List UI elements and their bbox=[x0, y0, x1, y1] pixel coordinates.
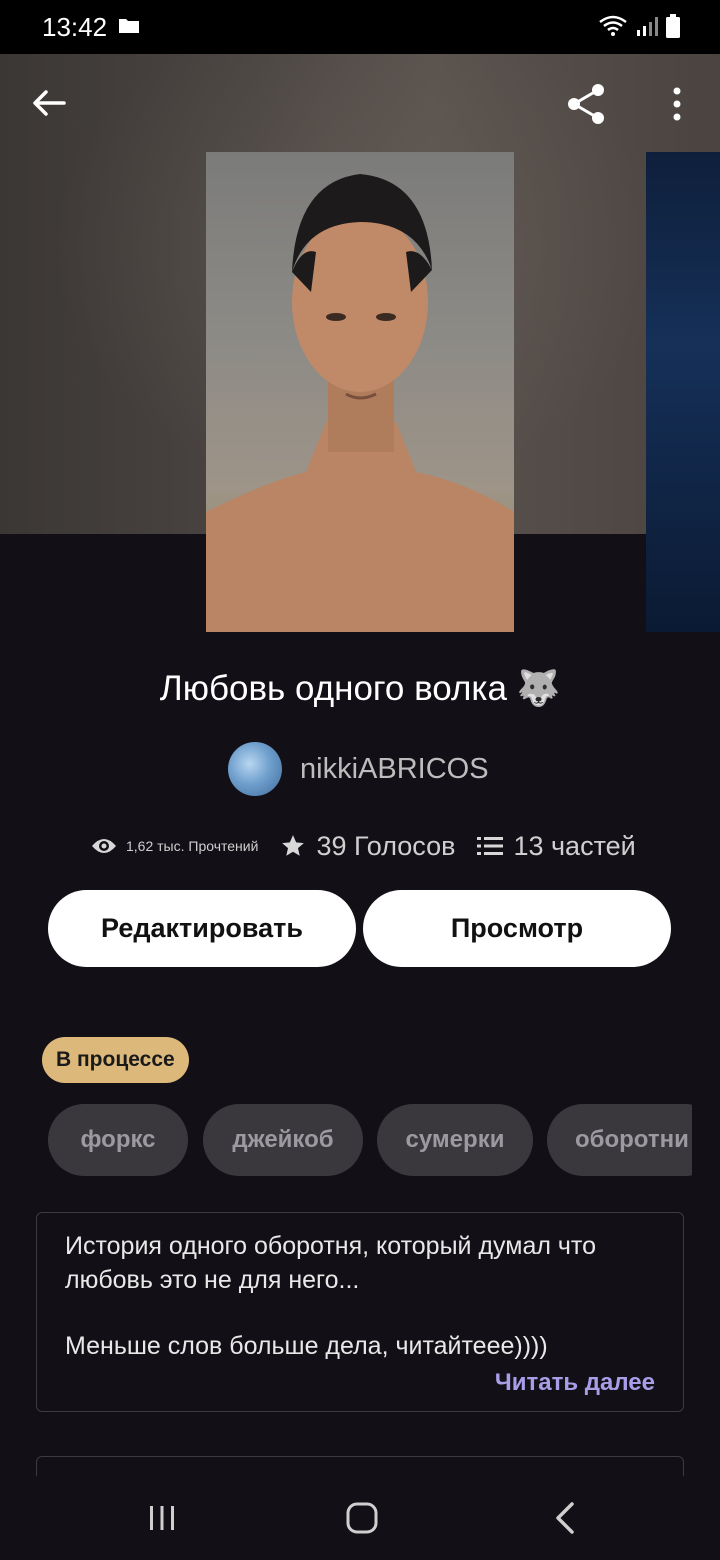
status-icons bbox=[598, 14, 680, 38]
story-cover-image[interactable] bbox=[206, 152, 514, 632]
next-cover-image[interactable] bbox=[646, 152, 720, 632]
battery-icon bbox=[666, 14, 680, 38]
eye-icon bbox=[92, 839, 116, 853]
list-icon bbox=[477, 837, 504, 855]
description-line: Меньше слов больше дела, читайтеее)))) bbox=[65, 1332, 548, 1360]
recents-icon[interactable] bbox=[146, 1502, 178, 1534]
author-link[interactable]: nikkiABRICOS bbox=[228, 742, 489, 796]
author-name[interactable]: nikkiABRICOS bbox=[300, 753, 489, 786]
system-nav-bar bbox=[0, 1476, 720, 1560]
nav-back-icon[interactable] bbox=[550, 1500, 578, 1536]
read-more-link[interactable]: Читать далее bbox=[495, 1369, 655, 1397]
preview-button[interactable]: Просмотр bbox=[363, 890, 671, 967]
wifi-icon bbox=[599, 15, 627, 36]
status-time: 13:42 bbox=[42, 12, 108, 42]
reads-count: 1,62 тыс. Прочтений bbox=[126, 838, 259, 854]
description-text: История одного оборотня, который думал ч… bbox=[65, 1229, 665, 1363]
tag-chip[interactable]: сумерки bbox=[377, 1104, 533, 1176]
votes-count: 39 Голосов bbox=[316, 830, 456, 861]
back-arrow-icon[interactable] bbox=[28, 82, 70, 124]
edit-button[interactable]: Редактировать bbox=[48, 890, 356, 967]
status-bar: 13:42 bbox=[0, 0, 720, 54]
tag-chip[interactable]: форкс bbox=[48, 1104, 188, 1176]
story-title: Любовь одного волка 🐺 bbox=[159, 669, 561, 708]
folder-icon bbox=[119, 19, 139, 33]
tag-chip[interactable]: джейкоб bbox=[203, 1104, 363, 1176]
status-badge: В процессе bbox=[42, 1037, 189, 1083]
description-line: История одного оборотня, который думал ч… bbox=[65, 1232, 596, 1294]
signal-icon bbox=[637, 17, 658, 36]
parts-count: 13 частей bbox=[513, 830, 636, 861]
description-card[interactable]: История одного оборотня, который думал ч… bbox=[36, 1212, 684, 1412]
home-icon[interactable] bbox=[344, 1500, 380, 1536]
tags-row[interactable]: форкс джейкоб сумерки оборотни bbox=[48, 1104, 692, 1176]
story-stats: 1,62 тыс. Прочтений 39 Голосов 13 частей bbox=[90, 826, 636, 866]
star-icon bbox=[282, 835, 305, 856]
tag-chip[interactable]: оборотни bbox=[547, 1104, 692, 1176]
author-avatar[interactable] bbox=[228, 742, 282, 796]
more-options-icon[interactable] bbox=[662, 84, 692, 124]
share-icon[interactable] bbox=[562, 80, 610, 128]
cover-illustration bbox=[206, 174, 514, 632]
